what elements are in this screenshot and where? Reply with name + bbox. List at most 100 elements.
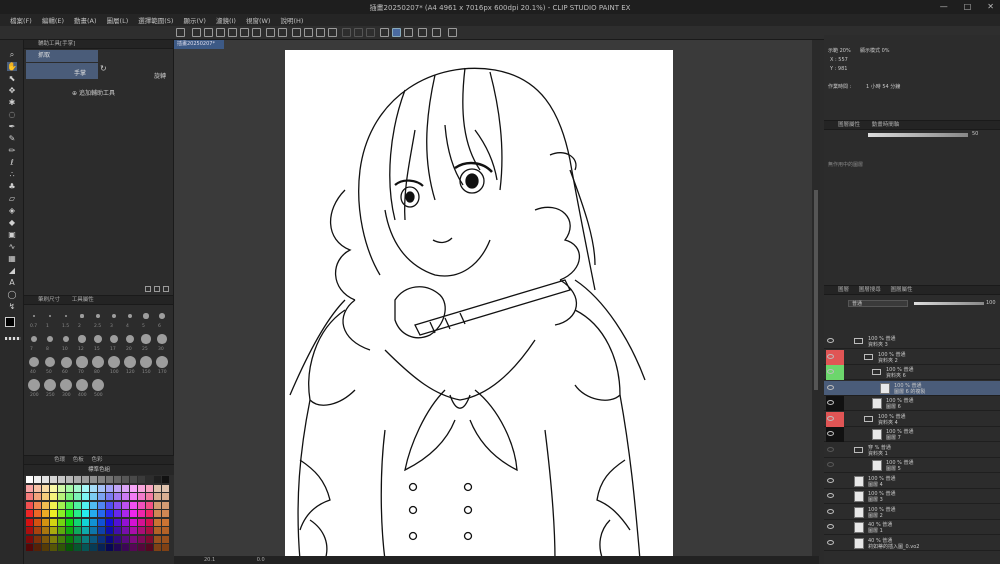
brush-size-dot[interactable] <box>78 335 86 343</box>
color-swatch[interactable] <box>138 501 145 509</box>
brush-size-dot[interactable] <box>127 313 133 319</box>
layer-property-tab[interactable]: 圖層屬性 <box>838 122 860 128</box>
minimize-button[interactable]: — <box>940 2 948 11</box>
operation-tool-icon[interactable]: ⬉ <box>7 74 17 83</box>
color-swatch[interactable] <box>42 535 49 543</box>
ruler-icon[interactable] <box>380 28 389 37</box>
eye-icon[interactable] <box>827 400 834 405</box>
eye-icon[interactable] <box>827 369 834 374</box>
color-swatch[interactable] <box>42 484 49 492</box>
color-swatch[interactable] <box>122 501 129 509</box>
settings-icon[interactable] <box>292 28 301 37</box>
layer-opacity-slider[interactable] <box>914 302 984 305</box>
layer-row[interactable]: 100 % 普通 圖層 6 <box>824 396 1000 411</box>
color-swatch[interactable] <box>90 510 97 517</box>
eye-icon[interactable] <box>827 524 834 529</box>
color-swatch[interactable] <box>26 493 33 500</box>
color-swatch[interactable] <box>146 510 153 517</box>
brush-size-tab[interactable]: 筆刷尺寸 <box>38 297 60 303</box>
color-swatch[interactable] <box>122 476 129 483</box>
color-swatch[interactable] <box>82 535 89 543</box>
open-file-icon[interactable] <box>204 28 213 37</box>
color-swatch[interactable] <box>26 484 33 492</box>
main-color-swatch[interactable] <box>5 317 15 327</box>
color-swatch[interactable] <box>74 527 81 534</box>
color-swatch[interactable] <box>34 527 41 534</box>
view-icon[interactable] <box>432 28 441 37</box>
color-swatch[interactable] <box>66 484 73 492</box>
color-swatch[interactable] <box>106 484 113 492</box>
color-swatch[interactable] <box>122 493 129 500</box>
color-swatch[interactable] <box>58 510 65 517</box>
layer-tab[interactable]: 圖層 <box>838 287 849 293</box>
pen-tool-icon[interactable]: ✎ <box>7 134 17 143</box>
color-swatch[interactable] <box>138 484 145 492</box>
eye-icon[interactable] <box>827 384 834 390</box>
color-swatch[interactable] <box>58 501 65 509</box>
color-swatch[interactable] <box>58 535 65 543</box>
invert-icon[interactable] <box>366 28 375 37</box>
color-swatch[interactable] <box>82 510 89 517</box>
color-swatch[interactable] <box>114 527 121 534</box>
color-swatch[interactable] <box>154 476 161 483</box>
color-swatch[interactable] <box>122 510 129 517</box>
rotate-icon[interactable]: ↻ <box>100 64 107 73</box>
brush-size-dot[interactable] <box>140 356 152 368</box>
color-swatch[interactable] <box>90 501 97 509</box>
brush-size-dot[interactable] <box>60 379 72 391</box>
color-swatch[interactable] <box>154 493 161 500</box>
color-swatch[interactable] <box>34 518 41 526</box>
layer-row[interactable]: 100 % 普通 圖層 6 的複製 <box>824 380 1000 396</box>
color-swatch[interactable] <box>34 484 41 492</box>
layer-row[interactable]: 40 % 普通 圖層 1 <box>824 520 1000 535</box>
color-swatch[interactable] <box>106 476 113 483</box>
color-swatch[interactable] <box>98 527 105 534</box>
color-swatch[interactable] <box>154 510 161 517</box>
color-swatch[interactable] <box>146 484 153 492</box>
decoration-tool-icon[interactable]: ♣ <box>7 182 17 191</box>
device-icon[interactable] <box>448 28 457 37</box>
brush-size-dot[interactable] <box>159 313 165 319</box>
maximize-button[interactable]: □ <box>964 2 972 11</box>
transparent-color-icon[interactable] <box>5 337 21 340</box>
save-icon[interactable] <box>216 28 225 37</box>
brush-size-dot[interactable] <box>96 314 100 318</box>
color-swatch[interactable] <box>154 484 161 492</box>
color-swatch[interactable] <box>66 476 73 483</box>
brush-size-dot[interactable] <box>94 335 102 343</box>
layer-row[interactable]: 100 % 普通 圖層 3 <box>824 489 1000 504</box>
color-swatch[interactable] <box>138 527 145 534</box>
color-swatch[interactable] <box>122 535 129 543</box>
opacity-value[interactable]: 50 <box>972 131 978 137</box>
zoom-value[interactable]: 20.1 <box>204 557 215 563</box>
color-swatch[interactable] <box>74 518 81 526</box>
blend-tool-icon[interactable]: ◈ <box>7 206 17 215</box>
color-swatch[interactable] <box>42 476 49 483</box>
color-swatch[interactable] <box>50 510 57 517</box>
duplicate-icon[interactable] <box>145 286 151 292</box>
figure-tool-icon[interactable]: ∿ <box>7 242 17 251</box>
subtool-item-grab[interactable]: 抓取 <box>26 50 98 62</box>
color-swatch[interactable] <box>130 518 137 526</box>
eye-icon[interactable] <box>827 446 834 452</box>
color-swatch[interactable] <box>66 527 73 534</box>
color-swatch[interactable] <box>162 527 169 534</box>
color-swatch[interactable] <box>42 544 49 551</box>
color-swatch[interactable] <box>138 476 145 483</box>
color-swatch[interactable] <box>106 510 113 517</box>
layer-row[interactable]: 100 % 普通 圖層 7 <box>824 427 1000 442</box>
color-swatch[interactable] <box>130 527 137 534</box>
eye-icon[interactable] <box>827 431 834 436</box>
menu-file[interactable]: 檔案(F) <box>10 15 32 25</box>
color-swatch[interactable] <box>162 518 169 526</box>
brush-size-dot[interactable] <box>62 335 70 343</box>
color-swatch[interactable] <box>50 493 57 500</box>
color-swatch[interactable] <box>154 544 161 551</box>
grid-icon[interactable] <box>418 28 427 37</box>
eye-icon[interactable] <box>827 338 834 343</box>
layer-row[interactable]: 100 % 普通 圖層 4 <box>824 474 1000 489</box>
brush-size-dot[interactable] <box>92 356 104 368</box>
brush-size-dot[interactable] <box>156 356 168 368</box>
color-swatch[interactable] <box>50 501 57 509</box>
color-swatch[interactable] <box>130 501 137 509</box>
